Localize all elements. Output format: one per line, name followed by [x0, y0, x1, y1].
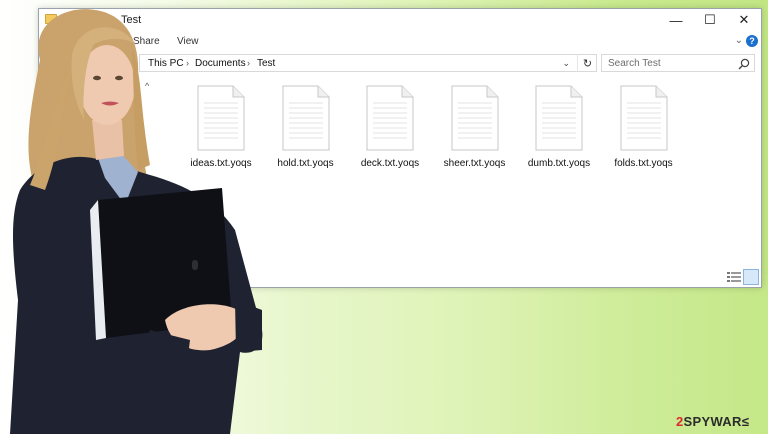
- search-input[interactable]: Search Test: [601, 54, 755, 72]
- search-icon: [738, 58, 750, 70]
- spyware-watermark: 2SPYWAR≤: [676, 414, 750, 429]
- details-view-icon[interactable]: [727, 271, 741, 283]
- help-icon[interactable]: ?: [746, 35, 758, 47]
- file-name: folds.txt.yoqs: [614, 158, 673, 169]
- text-file-icon: [620, 85, 667, 151]
- text-file-icon: [366, 85, 414, 151]
- maximize-button[interactable]: ☐: [693, 9, 727, 31]
- text-file-icon: [282, 85, 329, 151]
- file-name: dumb.txt.yoqs: [527, 158, 591, 169]
- woman-holding-binder-image: [10, 9, 263, 434]
- file-item[interactable]: deck.txt.yoqs: [348, 85, 432, 175]
- large-icons-view-icon[interactable]: [743, 269, 759, 285]
- text-file-icon: [535, 85, 583, 151]
- file-item[interactable]: folds.txt.yoqs: [602, 85, 686, 175]
- file-name: sheer.txt.yoqs: [443, 158, 506, 169]
- refresh-button[interactable]: ↻: [577, 54, 597, 72]
- refresh-icon: ↻: [582, 57, 593, 70]
- file-name: deck.txt.yoqs: [360, 158, 420, 169]
- search-placeholder: Search Test: [608, 58, 661, 69]
- chevron-down-icon[interactable]: ⌄: [735, 35, 743, 46]
- text-file-icon: [451, 85, 498, 151]
- file-item[interactable]: sheer.txt.yoqs: [433, 85, 517, 175]
- minimize-button[interactable]: —: [659, 9, 693, 31]
- file-item[interactable]: dumb.txt.yoqs: [517, 85, 601, 175]
- chevron-down-icon[interactable]: ⌄: [562, 58, 570, 69]
- close-button[interactable]: ✕: [727, 9, 761, 31]
